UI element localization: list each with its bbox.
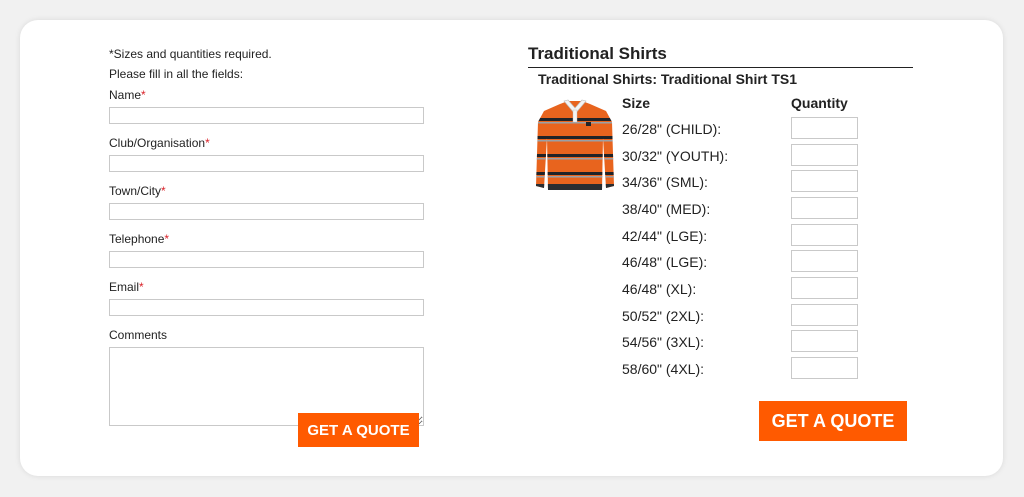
size-label: 42/44" (LGE): [622,228,708,244]
quantity-input[interactable] [791,117,858,139]
quantity-input[interactable] [791,224,858,246]
size-label: 58/60" (4XL): [622,361,705,377]
name-input[interactable] [109,107,424,124]
telephone-label: Telephone* [109,232,170,246]
size-row: 46/48" (XL): [622,277,862,304]
required-marker: * [161,184,166,198]
quantity-input[interactable] [791,250,858,272]
instructions-note: Please fill in all the fields: [109,67,244,81]
size-label: 30/32" (YOUTH): [622,148,729,164]
size-label: 26/28" (CHILD): [622,121,722,137]
required-marker: * [164,232,170,246]
size-label: 54/56" (3XL): [622,334,705,350]
quantity-input[interactable] [791,330,858,352]
email-input[interactable] [109,299,424,316]
size-label: 38/40" (MED): [622,201,711,217]
size-row: 34/36" (SML): [622,170,862,197]
quantity-input[interactable] [791,277,858,299]
telephone-input[interactable] [109,251,424,268]
required-marker: * [139,280,144,294]
quantity-column-header: Quantity [791,95,848,111]
quantity-input[interactable] [791,197,858,219]
size-row: 38/40" (MED): [622,197,862,224]
quantity-input[interactable] [791,170,858,192]
required-marker: * [141,88,146,102]
town-label: Town/City* [109,184,166,198]
size-label: 46/48" (LGE): [622,254,708,270]
required-marker: * [205,136,210,150]
club-label: Club/Organisation* [109,136,210,150]
size-row: 30/32" (YOUTH): [622,144,862,171]
size-row: 46/48" (LGE): [622,250,862,277]
required-note: *Sizes and quantities required. [109,47,272,61]
quote-form: *Sizes and quantities required. Please f… [109,44,425,426]
size-row: 54/56" (3XL): [622,330,862,357]
size-row: 26/28" (CHILD): [622,117,862,144]
club-input[interactable] [109,155,424,172]
size-row: 58/60" (4XL): [622,357,862,384]
quantity-input[interactable] [791,304,858,326]
section-title: Traditional Shirts [528,44,913,68]
rugby-shirt-image [536,99,614,190]
get-a-quote-button[interactable]: GET A QUOTE [298,413,419,447]
size-label: 34/36" (SML): [622,174,708,190]
comments-label: Comments [109,328,168,342]
town-input[interactable] [109,203,424,220]
size-row: 50/52" (2XL): [622,304,862,331]
get-a-quote-button[interactable]: GET A QUOTE [759,401,907,441]
quantity-input[interactable] [791,144,858,166]
product-title: Traditional Shirts: Traditional Shirt TS… [538,71,798,87]
size-label: 46/48" (XL): [622,281,697,297]
name-label: Name* [109,88,146,102]
quantity-input[interactable] [791,357,858,379]
email-label: Email* [109,280,144,294]
size-row: 42/44" (LGE): [622,224,862,251]
size-column-header: Size [622,95,651,111]
size-label: 50/52" (2XL): [622,308,705,324]
